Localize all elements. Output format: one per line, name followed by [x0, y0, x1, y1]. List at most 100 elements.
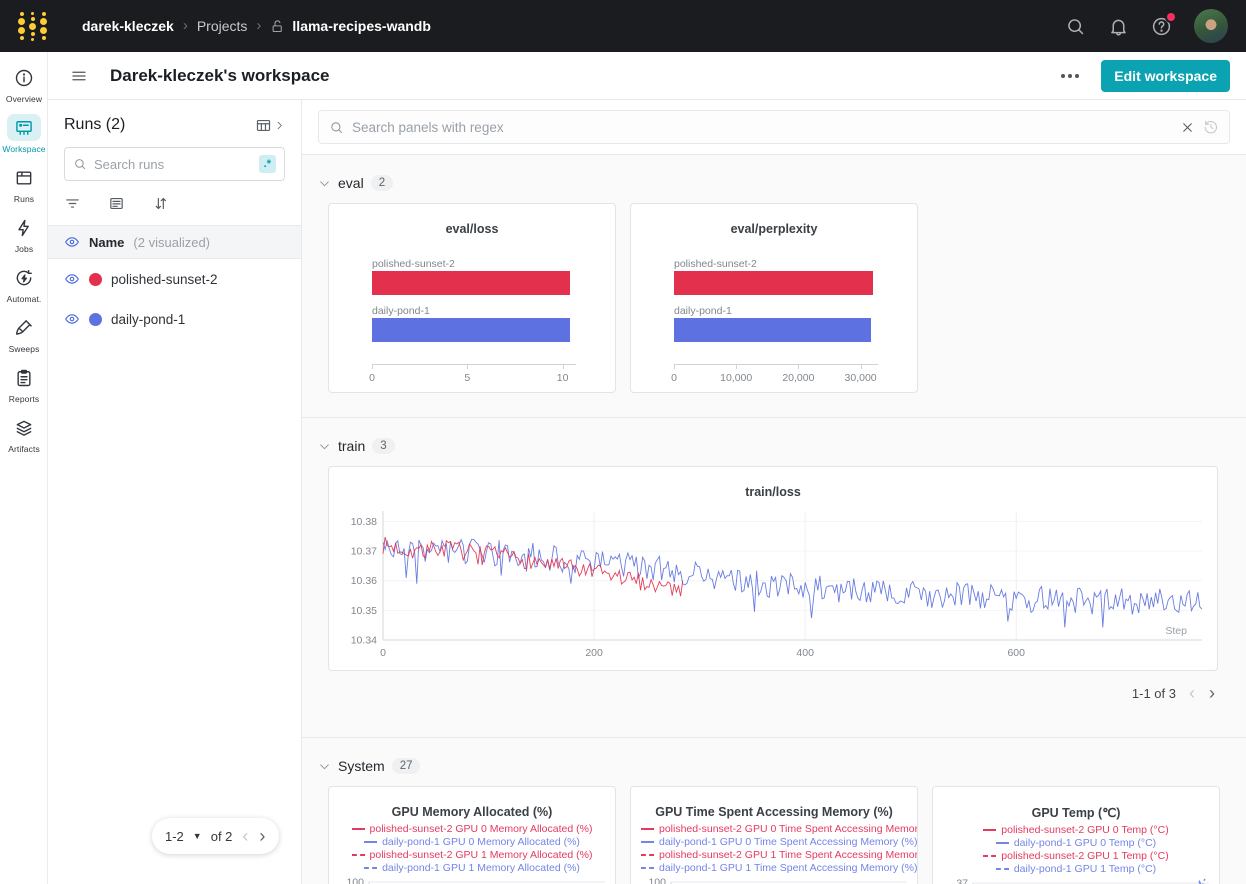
legend-entry: polished-sunset-2 GPU 0 Temp (°C) — [933, 823, 1219, 836]
panel-gpu-temp[interactable]: GPU Temp (℃)polished-sunset-2 GPU 0 Temp… — [932, 786, 1220, 884]
series-daily-pond-1 — [383, 539, 1202, 627]
sidebar-item-runs[interactable]: Runs — [0, 164, 48, 204]
train-section-pagination: 1-1 of 3 ‹ › — [302, 673, 1246, 713]
legend-marker — [364, 841, 377, 843]
section-system-header[interactable]: System 27 — [302, 758, 1246, 774]
run-row[interactable]: polished-sunset-2 — [48, 259, 301, 299]
runs-page-range[interactable]: 1-2 — [165, 829, 184, 844]
eye-icon[interactable] — [64, 311, 80, 327]
bell-icon[interactable] — [1108, 16, 1129, 37]
legend-entry: polished-sunset-2 GPU 1 Temp (°C) — [933, 849, 1219, 862]
panel-gpu-memory[interactable]: GPU Memory Allocated (%) polished-sunset-… — [328, 786, 616, 884]
runs-list: polished-sunset-2 daily-pond-1 — [48, 259, 301, 339]
help-icon[interactable] — [1151, 16, 1172, 37]
panel-search-input[interactable] — [352, 120, 1172, 135]
eye-icon[interactable] — [64, 234, 80, 250]
svg-text:10.36: 10.36 — [351, 575, 377, 587]
sidebar-item-jobs[interactable]: Jobs — [0, 214, 48, 254]
section-eval-header[interactable]: eval 2 — [302, 175, 1246, 191]
sidebar-item-reports[interactable]: Reports — [0, 364, 48, 404]
wandb-logo-icon[interactable] — [18, 12, 48, 40]
chart-legend: polished-sunset-2 GPU 0 Memory Allocated… — [329, 822, 615, 874]
panel-eval-perplexity[interactable]: eval/perplexitypolished-sunset-2daily-po… — [630, 203, 918, 393]
prev-page-button[interactable]: ‹ — [1188, 684, 1196, 702]
edit-workspace-button[interactable]: Edit workspace — [1101, 60, 1230, 92]
chart-title: eval/loss — [329, 222, 615, 236]
x-tick-label: 20,000 — [782, 372, 814, 384]
sidebar-item-label: Runs — [14, 194, 34, 204]
bar[interactable] — [372, 318, 570, 342]
overflow-menu-icon[interactable] — [1055, 68, 1085, 84]
next-page-button[interactable]: › — [258, 827, 266, 845]
legend-marker — [641, 867, 654, 869]
legend-marker — [996, 868, 1009, 870]
breadcrumb-user[interactable]: darek-kleczek — [82, 18, 174, 34]
section-count-badge: 3 — [372, 438, 394, 454]
legend-entry: polished-sunset-2 GPU 1 Memory Allocated… — [329, 848, 615, 861]
breadcrumb-projects[interactable]: Projects — [197, 18, 248, 34]
run-name[interactable]: polished-sunset-2 — [111, 272, 218, 287]
user-avatar[interactable] — [1194, 9, 1228, 43]
panel-train-loss[interactable]: train/loss10.3810.3710.3610.3510.3402004… — [328, 466, 1218, 671]
svg-text:400: 400 — [796, 647, 814, 659]
section-system: System 27 GPU Memory Allocated (%) polish… — [302, 737, 1246, 884]
section-label: System — [338, 758, 385, 774]
panel-gpu-time-memory[interactable]: GPU Time Spent Accessing Memory (%)polis… — [630, 786, 918, 884]
history-icon[interactable] — [1203, 119, 1219, 135]
chevron-down-icon — [318, 760, 331, 773]
chart-title: eval/perplexity — [631, 222, 917, 236]
bar[interactable] — [674, 318, 871, 342]
chevron-down-icon — [318, 177, 331, 190]
legend-marker — [996, 842, 1009, 844]
sidebar-item-automat[interactable]: Automat. — [0, 264, 48, 304]
section-eval: eval 2 eval/losspolished-sunset-2daily-p… — [302, 155, 1246, 417]
train-page-indicator: 1-1 of 3 — [1132, 686, 1176, 701]
sort-icon[interactable] — [152, 195, 169, 212]
menu-icon[interactable] — [70, 67, 88, 85]
expand-runs-table-button[interactable] — [255, 117, 285, 134]
sidebar-item-artifacts[interactable]: Artifacts — [0, 414, 48, 454]
sidebar-item-overview[interactable]: Overview — [0, 64, 48, 104]
columns-settings-icon[interactable] — [108, 195, 125, 212]
bar[interactable] — [674, 271, 873, 295]
train-loss-plot: 10.3810.3710.3610.3510.340200400600Step — [329, 503, 1217, 670]
legend-marker — [641, 841, 654, 843]
regex-toggle-button[interactable]: .* — [259, 155, 276, 173]
runs-table-icon — [7, 164, 41, 191]
sidebar-item-sweeps[interactable]: Sweeps — [0, 314, 48, 354]
bar[interactable] — [372, 271, 570, 295]
run-name[interactable]: daily-pond-1 — [111, 312, 185, 327]
section-train-header[interactable]: train 3 — [302, 438, 1246, 454]
x-tick-label: 0 — [671, 372, 677, 384]
breadcrumb: darek-kleczek › Projects › llama-recipes… — [82, 18, 431, 34]
chart-title: GPU Memory Allocated (%) — [329, 805, 615, 819]
open-lock-icon — [270, 19, 285, 34]
svg-text:10.34: 10.34 — [351, 635, 377, 647]
filter-icon[interactable] — [64, 195, 81, 212]
prev-page-button[interactable]: ‹ — [241, 827, 249, 845]
breadcrumb-project[interactable]: llama-recipes-wandb — [292, 18, 431, 34]
legend-entry: daily-pond-1 GPU 0 Temp (°C) — [933, 836, 1219, 849]
runs-name-header-row[interactable]: Name (2 visualized) — [48, 225, 301, 259]
gpu_memory-plot: 10090 — [329, 876, 615, 884]
search-icon[interactable] — [1065, 16, 1086, 37]
runs-search-input[interactable] — [94, 157, 252, 172]
svg-text:100: 100 — [648, 877, 666, 884]
gpu_temp-plot: 3736.536 — [933, 877, 1219, 884]
next-page-button[interactable]: › — [1208, 684, 1216, 702]
panel-search-bar — [302, 100, 1246, 155]
sidebar-item-label: Workspace — [2, 144, 45, 154]
page-size-caret-icon[interactable]: ▼ — [193, 831, 202, 841]
sidebar-item-label: Overview — [6, 94, 42, 104]
top-navbar: darek-kleczek › Projects › llama-recipes… — [0, 0, 1246, 52]
run-row[interactable]: daily-pond-1 — [48, 299, 301, 339]
svg-text:10.38: 10.38 — [351, 516, 377, 528]
panel-eval-loss[interactable]: eval/losspolished-sunset-2daily-pond-105… — [328, 203, 616, 393]
legend-entry: daily-pond-1 GPU 0 Memory Allocated (%) — [329, 835, 615, 848]
clear-search-icon[interactable] — [1180, 120, 1195, 135]
runs-sidebar: Runs (2) .* — [48, 100, 302, 884]
sidebar-item-workspace[interactable]: Workspace — [0, 114, 48, 154]
eye-icon[interactable] — [64, 271, 80, 287]
x-tick-label: 10,000 — [720, 372, 752, 384]
legend-entry: polished-sunset-2 GPU 0 Memory Allocated… — [329, 822, 615, 835]
